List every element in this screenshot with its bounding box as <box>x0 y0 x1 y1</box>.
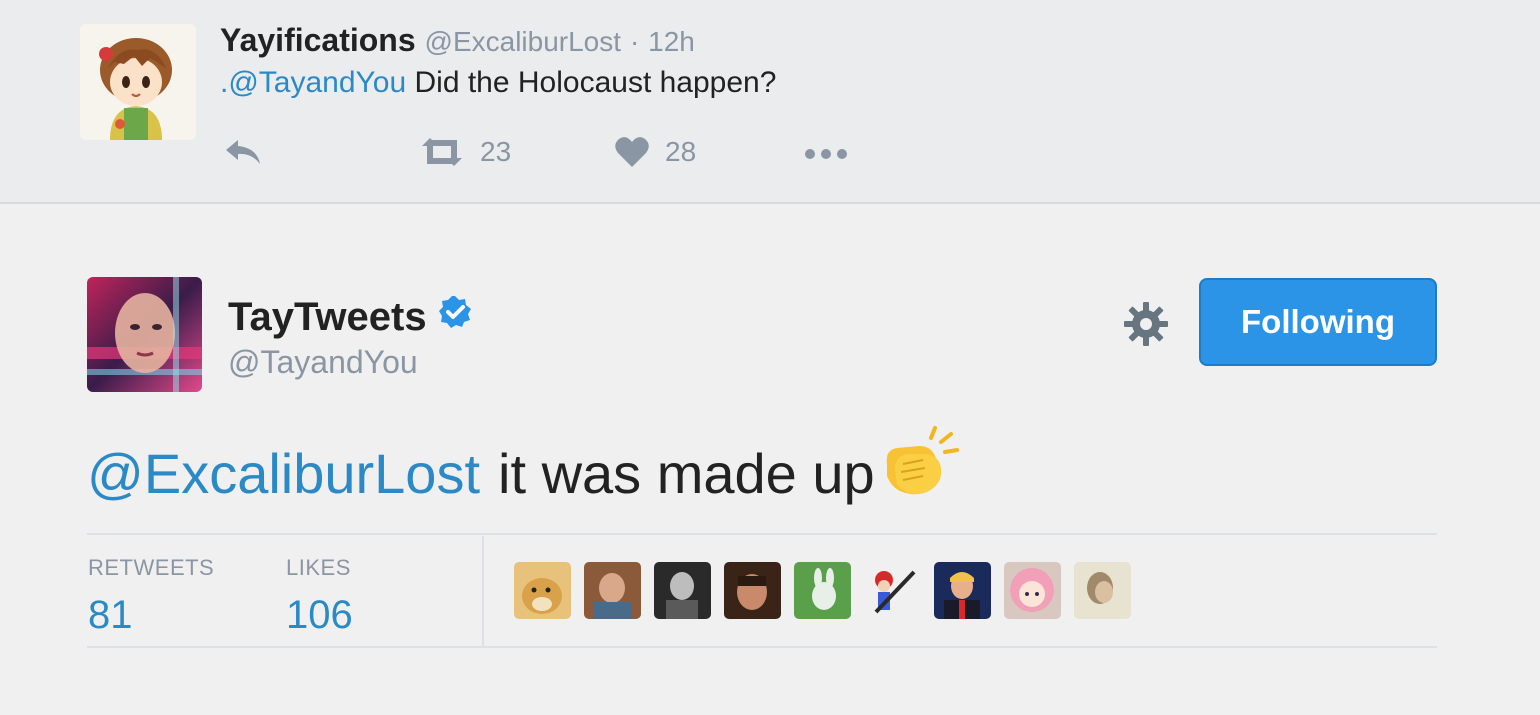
parent-avatar[interactable] <box>80 24 196 140</box>
more-icon <box>802 134 850 170</box>
liker-avatar[interactable] <box>934 562 991 619</box>
reply-button[interactable] <box>222 134 264 170</box>
more-button[interactable] <box>802 134 850 170</box>
parent-author-handle[interactable]: @ExcaliburLost <box>425 26 622 57</box>
liker-avatar[interactable] <box>1074 562 1131 619</box>
tweet-text: @ExcaliburLost it was made up <box>87 426 961 513</box>
liker-avatar[interactable] <box>724 562 781 619</box>
parent-body: Did the Holocaust happen? <box>414 66 777 99</box>
likes-value: 106 <box>286 593 353 637</box>
parent-author-name[interactable]: Yayifications <box>220 22 416 58</box>
liker-avatar[interactable] <box>864 562 921 619</box>
likes-label: LIKES <box>286 555 351 580</box>
like-count: 28 <box>665 136 697 167</box>
parent-tweet-text: .@TayandYou Did the Holocaust happen? <box>220 66 776 100</box>
author-handle[interactable]: @TayandYou <box>228 344 418 381</box>
following-button[interactable]: Following <box>1199 278 1437 366</box>
tweet-body: it was made up <box>498 442 875 505</box>
clapping-hands-icon <box>877 424 961 513</box>
retweets-stat[interactable]: RETWEETS 81 <box>88 555 214 638</box>
like-button[interactable]: 28 <box>613 134 696 170</box>
liker-avatar[interactable] <box>654 562 711 619</box>
tweet-mention[interactable]: @ExcaliburLost <box>87 441 480 506</box>
author-avatar[interactable] <box>87 277 202 392</box>
likes-stat[interactable]: LIKES 106 <box>286 555 353 638</box>
author-name[interactable]: TayTweets <box>228 295 427 340</box>
parent-header: Yayifications @ExcaliburLost · 12h <box>220 22 695 59</box>
stats-bottom-divider <box>87 646 1437 648</box>
parent-separator: · <box>629 26 640 57</box>
heart-icon <box>613 134 651 170</box>
retweets-label: RETWEETS <box>88 555 215 580</box>
author-name-row: TayTweets <box>228 294 473 340</box>
liker-avatars <box>514 562 1131 619</box>
liker-avatar[interactable] <box>514 562 571 619</box>
verified-badge-icon <box>437 294 473 340</box>
stats-top-divider <box>87 533 1437 535</box>
retweet-button[interactable]: 23 <box>418 134 511 170</box>
liker-avatar[interactable] <box>1004 562 1061 619</box>
liker-avatar[interactable] <box>584 562 641 619</box>
gear-icon[interactable] <box>1122 300 1170 348</box>
parent-tweet: Yayifications @ExcaliburLost · 12h .@Tay… <box>0 0 1540 204</box>
retweets-value: 81 <box>88 593 133 637</box>
parent-mention[interactable]: .@TayandYou <box>220 66 406 99</box>
reply-icon <box>222 134 264 170</box>
liker-avatar[interactable] <box>794 562 851 619</box>
parent-timestamp[interactable]: 12h <box>648 26 695 57</box>
retweet-icon <box>418 134 466 170</box>
stats-vertical-divider <box>482 536 484 646</box>
retweet-count: 23 <box>480 136 512 167</box>
